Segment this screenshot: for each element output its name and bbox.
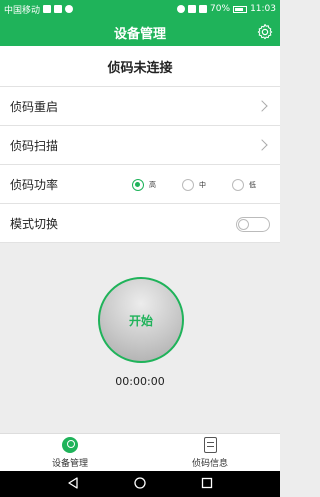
notification-icon-2 (54, 5, 63, 13)
chevron-right-icon (256, 100, 268, 112)
carrier-label: 中国移动 (4, 5, 41, 16)
power-option-high[interactable]: 高 (132, 178, 182, 191)
radio-low[interactable] (232, 178, 244, 191)
battery-percent: 70% (210, 4, 231, 14)
recent-apps-icon[interactable] (200, 475, 214, 494)
system-nav-bar (0, 471, 280, 497)
start-button[interactable]: 开始 (98, 277, 184, 363)
power-option-label: 高 (149, 180, 156, 189)
title-bar: 设备管理 (0, 18, 280, 46)
radio-high[interactable] (132, 178, 144, 191)
mode-toggle[interactable] (236, 217, 270, 232)
radio-medium[interactable] (182, 178, 194, 191)
scan-label: 侦码扫描 (10, 138, 59, 153)
power-row: 侦码功率 高 中 低 (0, 165, 280, 204)
signal-icon (199, 5, 208, 13)
power-option-label: 低 (249, 180, 256, 189)
status-bar: 中国移动 70% 11:03 (0, 0, 280, 18)
alarm-icon (177, 5, 186, 13)
document-icon (203, 436, 217, 453)
home-icon[interactable] (133, 475, 147, 494)
mode-row: 模式切换 (0, 204, 280, 243)
connection-status: 侦码未连接 (0, 46, 280, 87)
toggle-knob (238, 218, 249, 230)
notification-icon (43, 5, 52, 13)
restart-row[interactable]: 侦码重启 (0, 87, 280, 126)
chevron-right-icon (256, 139, 268, 151)
back-icon[interactable] (66, 475, 80, 494)
restart-label: 侦码重启 (10, 99, 59, 114)
wifi-icon (188, 5, 197, 13)
device-icon (62, 436, 78, 453)
wechat-icon (65, 5, 74, 13)
device-panel: 侦码未连接 侦码重启 侦码扫描 侦码功率 高 中 低 模式切换 (0, 46, 280, 243)
battery-icon (233, 5, 248, 13)
mode-label: 模式切换 (10, 216, 59, 231)
tab-info-label: 侦码信息 (191, 458, 228, 469)
clock: 11:03 (250, 4, 276, 14)
page-title: 设备管理 (113, 26, 166, 42)
tab-device[interactable]: 设备管理 (0, 434, 140, 471)
tab-bar: 设备管理 侦码信息 (0, 433, 280, 471)
tab-info[interactable]: 侦码信息 (140, 434, 280, 471)
power-option-label: 中 (199, 180, 206, 189)
scan-row[interactable]: 侦码扫描 (0, 126, 280, 165)
timer: 00:00:00 (115, 375, 165, 388)
power-radio-group: 高 中 低 (132, 165, 282, 204)
tab-device-label: 设备管理 (51, 458, 88, 469)
gear-icon[interactable] (256, 23, 274, 41)
power-option-medium[interactable]: 中 (182, 178, 232, 191)
power-option-low[interactable]: 低 (232, 178, 282, 191)
start-button-label: 开始 (128, 313, 153, 328)
